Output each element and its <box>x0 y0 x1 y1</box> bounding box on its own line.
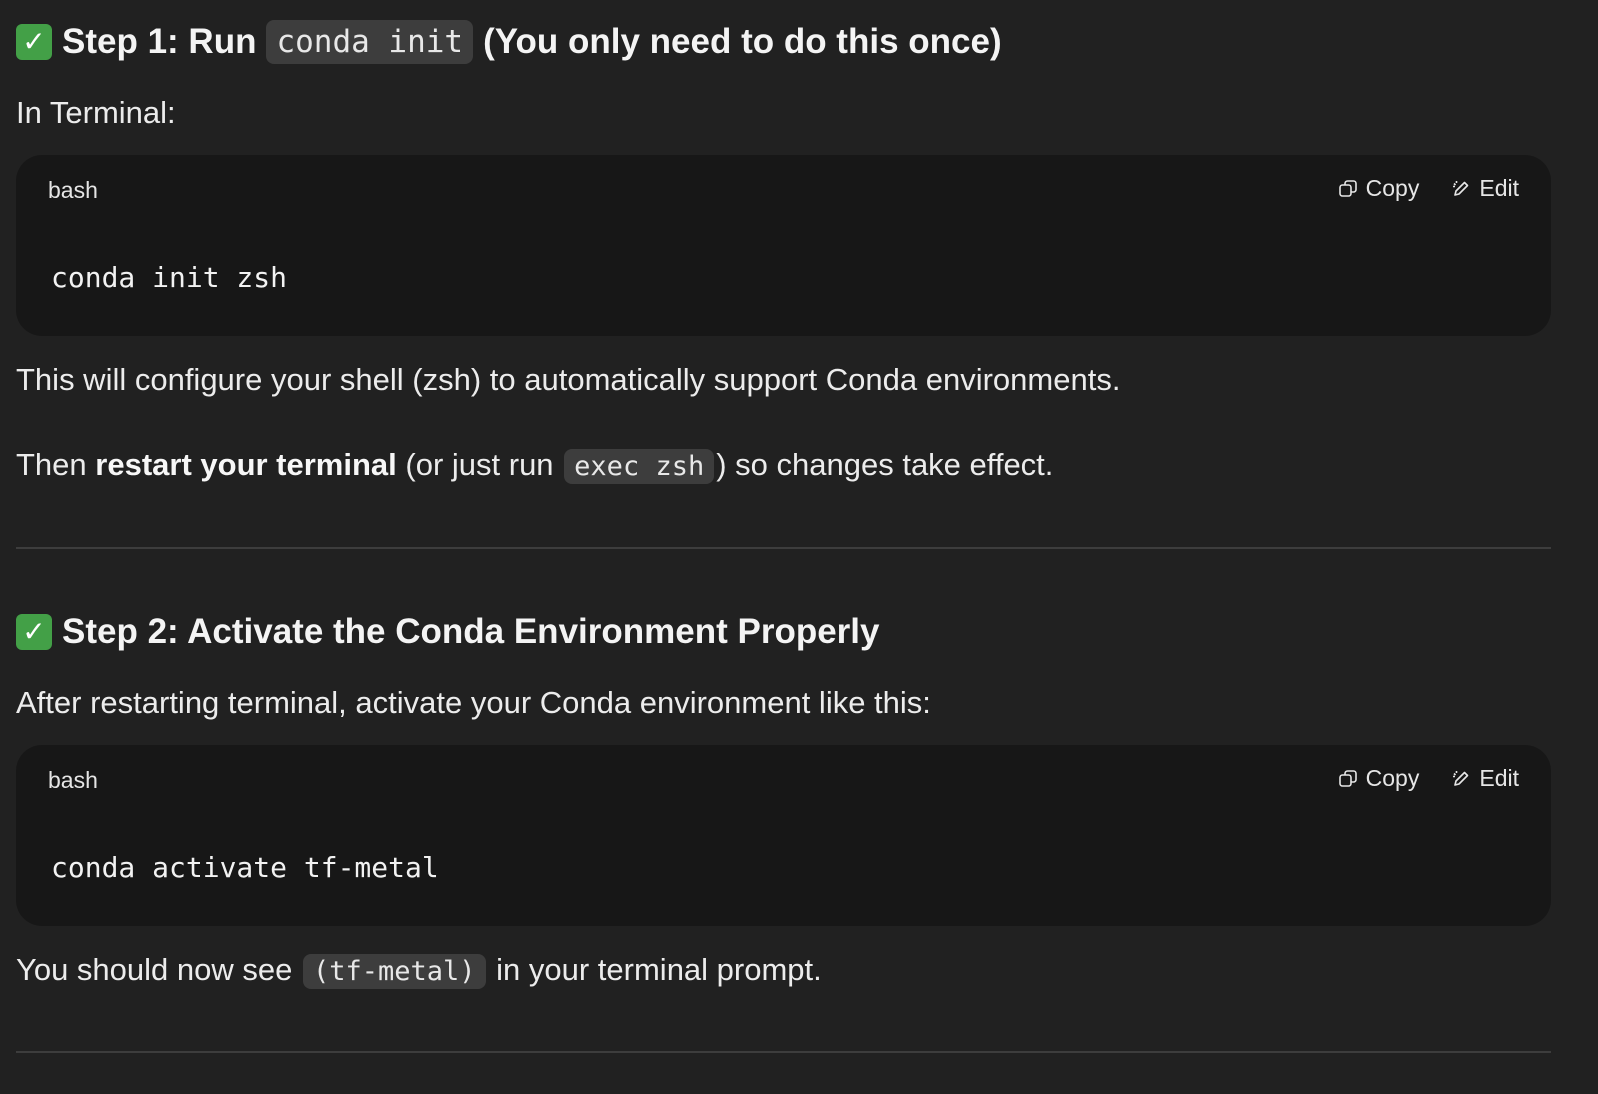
edit-button[interactable]: Edit <box>1451 765 1519 792</box>
divider <box>16 547 1551 549</box>
chat-response: ✓ Step 1: Run conda init (You only need … <box>0 0 1598 1094</box>
check-mark-icon: ✓ <box>16 614 52 650</box>
code-language-label: bash <box>48 767 98 793</box>
step1-title-prefix: Step 1: Run <box>62 22 257 61</box>
edit-label: Edit <box>1479 765 1519 791</box>
after-prefix: You should now see <box>16 952 301 987</box>
code-language-label: bash <box>48 177 98 203</box>
then-prefix: Then <box>16 447 96 482</box>
code-block: bash Copy Edit conda init zsh <box>16 155 1551 336</box>
code-content: conda activate tf-metal <box>51 851 439 884</box>
edit-button[interactable]: Edit <box>1451 175 1519 202</box>
step1-after-text: This will configure your shell (zsh) to … <box>16 362 1121 397</box>
edit-label: Edit <box>1479 175 1519 201</box>
after-inline-code: (tf-metal) <box>302 954 486 989</box>
copy-label: Copy <box>1365 175 1420 201</box>
then-bold: restart your terminal <box>95 447 397 482</box>
then-inline-code: exec zsh <box>564 449 715 484</box>
step1-title-code: conda init <box>266 20 474 64</box>
divider <box>16 1051 1551 1053</box>
step1-intro: In Terminal: <box>16 95 176 130</box>
check-mark-icon: ✓ <box>16 24 52 60</box>
step1-then-text: Then restart your terminal (or just run … <box>16 447 1054 484</box>
pencil-edit-icon <box>1453 180 1469 196</box>
copy-button[interactable]: Copy <box>1338 175 1420 202</box>
after-suffix: in your terminal prompt. <box>487 952 822 987</box>
copy-icon <box>1338 769 1357 787</box>
code-block: bash Copy Edit conda activate tf-metal <box>16 745 1551 926</box>
step2-heading: ✓ Step 2: Activate the Conda Environment… <box>16 608 879 656</box>
code-content: conda init zsh <box>51 261 288 294</box>
then-suffix: ) so changes take effect. <box>716 447 1054 482</box>
pencil-edit-icon <box>1453 770 1469 786</box>
step1-heading: ✓ Step 1: Run conda init (You only need … <box>16 18 1002 66</box>
step2-after-text: You should now see (tf-metal) in your te… <box>16 952 822 989</box>
code-block-actions: Copy Edit <box>1338 175 1519 202</box>
step1-title-suffix: (You only need to do this once) <box>483 22 1002 61</box>
step2-title: Step 2: Activate the Conda Environment P… <box>62 612 880 651</box>
copy-icon <box>1338 179 1357 197</box>
step2-intro: After restarting terminal, activate your… <box>16 685 931 720</box>
code-block-actions: Copy Edit <box>1338 765 1519 792</box>
then-middle: (or just run <box>396 447 563 482</box>
copy-label: Copy <box>1365 765 1420 791</box>
copy-button[interactable]: Copy <box>1338 765 1420 792</box>
